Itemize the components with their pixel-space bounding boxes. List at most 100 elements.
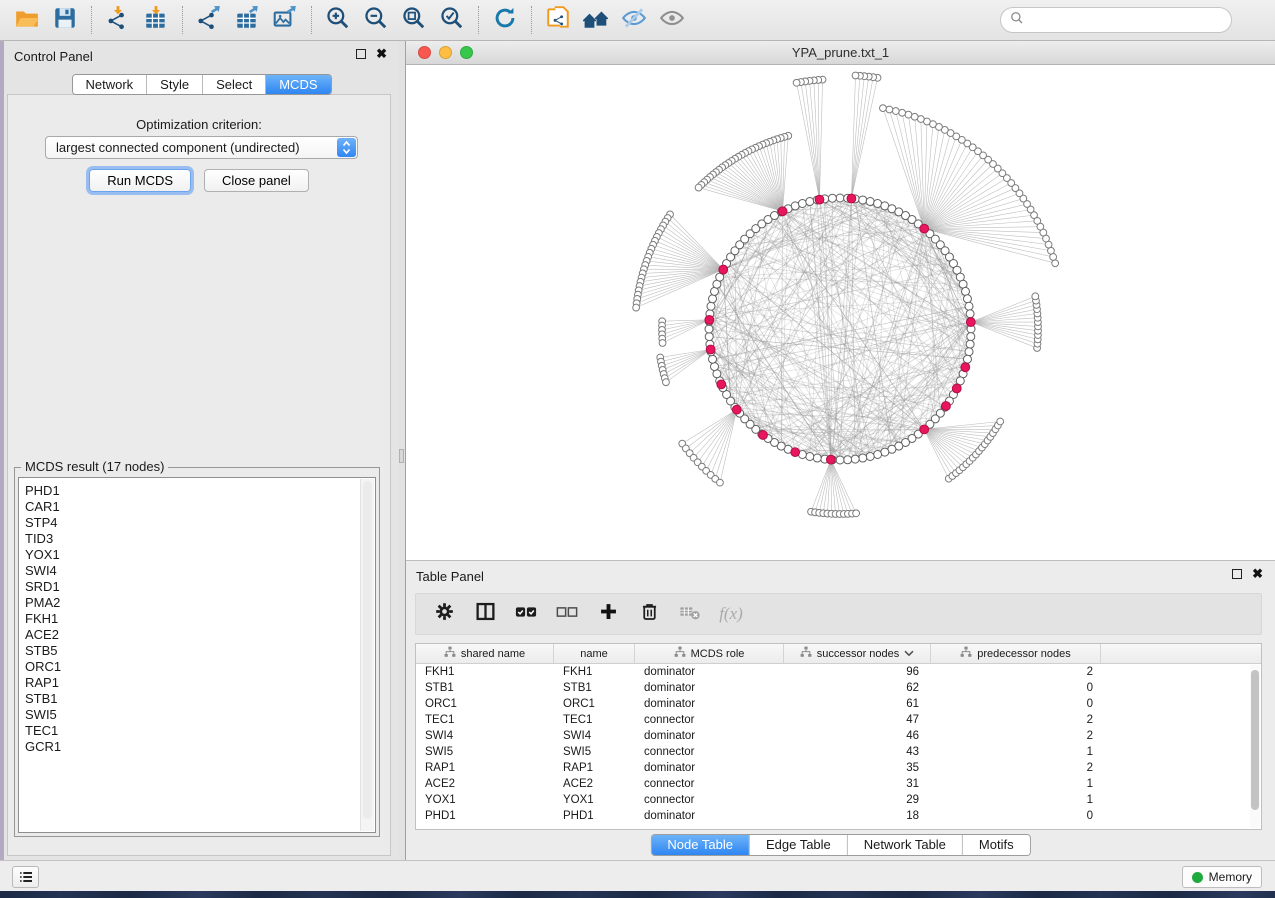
run-mcds-button[interactable]: Run MCDS <box>89 169 191 192</box>
close-panel-icon[interactable]: ✖ <box>376 49 387 59</box>
table-scrollbar[interactable] <box>1250 665 1260 828</box>
network-window-titlebar[interactable]: YPA_prune.txt_1 <box>406 41 1275 65</box>
toolbar-clone-network-button[interactable] <box>539 4 577 36</box>
window-minimize-button[interactable] <box>439 46 452 59</box>
search-box[interactable] <box>1000 7 1232 33</box>
cell-predecessor-nodes: 2 <box>931 714 1101 726</box>
mcds-result-item[interactable]: CAR1 <box>19 499 375 515</box>
criterion-dropdown[interactable]: largest connected component (undirected) <box>45 136 358 159</box>
table-row[interactable]: RAP1RAP1dominator352 <box>416 760 1261 776</box>
mcds-result-item[interactable]: STB5 <box>19 643 375 659</box>
memory-button[interactable]: Memory <box>1182 866 1262 888</box>
column-header-successor-nodes[interactable]: successor nodes <box>784 644 931 663</box>
tab-motifs[interactable]: Motifs <box>963 835 1030 855</box>
toolbar-zoom-selected-button[interactable] <box>433 4 471 36</box>
toolbar-import-table-button[interactable] <box>137 4 175 36</box>
cell-successor-nodes: 62 <box>784 682 931 694</box>
column-header-shared-name[interactable]: shared name <box>416 644 554 663</box>
column-header-MCDS-role[interactable]: MCDS role <box>635 644 784 663</box>
window-zoom-button[interactable] <box>460 46 473 59</box>
table-row[interactable]: SWI5SWI5connector431 <box>416 744 1261 760</box>
mcds-result-item[interactable]: TID3 <box>19 531 375 547</box>
toolbar-open-file-button[interactable] <box>8 4 46 36</box>
table-row[interactable]: STB1STB1dominator620 <box>416 680 1261 696</box>
table-row[interactable]: YOX1YOX1connector291 <box>416 792 1261 808</box>
toolbar-export-network-button[interactable] <box>190 4 228 36</box>
cell-name: STB1 <box>554 682 635 694</box>
mcds-result-item[interactable]: PHD1 <box>19 483 375 499</box>
tab-mcds[interactable]: MCDS <box>266 75 330 94</box>
splitter-handle-icon[interactable] <box>399 449 404 463</box>
float-table-panel-icon[interactable] <box>1232 569 1242 579</box>
tab-network[interactable]: Network <box>72 75 147 94</box>
table-columns-button[interactable] <box>473 602 497 626</box>
table-delete-row-button[interactable] <box>637 602 661 626</box>
toolbar-zoom-in-button[interactable] <box>319 4 357 36</box>
toolbar-export-image-button[interactable] <box>266 4 304 36</box>
tab-network-table[interactable]: Network Table <box>848 835 963 855</box>
table-add-row-button[interactable] <box>596 602 620 626</box>
column-header-name[interactable]: name <box>554 644 635 663</box>
memory-label: Memory <box>1209 870 1252 884</box>
toolbar-show-all-button[interactable] <box>653 4 691 36</box>
search-input[interactable] <box>1030 13 1215 28</box>
toolbar-save-session-button[interactable] <box>46 4 84 36</box>
toolbar-zoom-fit-button[interactable] <box>395 4 433 36</box>
window-close-button[interactable] <box>418 46 431 59</box>
toolbar-refresh-button[interactable] <box>486 4 524 36</box>
toolbar-zoom-out-button[interactable] <box>357 4 395 36</box>
mcds-result-item[interactable]: RAP1 <box>19 675 375 691</box>
table-scrollbar-thumb[interactable] <box>1251 670 1259 810</box>
mcds-result-item[interactable]: PMA2 <box>19 595 375 611</box>
toolbar-hide-selected-button[interactable] <box>615 4 653 36</box>
toolbar-export-table-button[interactable] <box>228 4 266 36</box>
tab-edge-table[interactable]: Edge Table <box>750 835 848 855</box>
table-row[interactable]: SWI4SWI4dominator462 <box>416 728 1261 744</box>
toolbar-first-neighbors-button[interactable] <box>577 4 615 36</box>
cell-MCDS-role: connector <box>635 778 784 790</box>
table-deselect-all-button[interactable] <box>555 602 579 626</box>
mcds-result-item[interactable]: GCR1 <box>19 739 375 755</box>
table-row[interactable]: PHD1PHD1dominator180 <box>416 808 1261 824</box>
mcds-result-item[interactable]: SWI4 <box>19 563 375 579</box>
cell-name: TEC1 <box>554 714 635 726</box>
result-list-scrollbar[interactable] <box>360 479 374 831</box>
table-row[interactable]: ORC1ORC1dominator610 <box>416 696 1261 712</box>
tab-select[interactable]: Select <box>203 75 266 94</box>
cell-MCDS-role: dominator <box>635 810 784 822</box>
network-view-canvas[interactable] <box>406 65 1275 560</box>
cell-shared-name: TEC1 <box>416 714 554 726</box>
table-select-all-button[interactable] <box>514 602 538 626</box>
toolbar-import-network-button[interactable] <box>99 4 137 36</box>
clear-table-icon <box>679 601 701 628</box>
network-graph[interactable] <box>406 65 1275 560</box>
dropdown-stepper-icon <box>337 138 356 157</box>
mcds-result-item[interactable]: STP4 <box>19 515 375 531</box>
mcds-result-item[interactable]: FKH1 <box>19 611 375 627</box>
table-row[interactable]: ACE2ACE2connector311 <box>416 776 1261 792</box>
panel-splitter[interactable] <box>399 41 406 860</box>
mcds-result-item[interactable]: ORC1 <box>19 659 375 675</box>
mcds-result-item[interactable]: SRD1 <box>19 579 375 595</box>
main-toolbar <box>0 0 1275 41</box>
mcds-result-item[interactable]: YOX1 <box>19 547 375 563</box>
mcds-result-item[interactable]: SWI5 <box>19 707 375 723</box>
toolbar-separator <box>478 6 479 34</box>
task-history-button[interactable] <box>12 866 39 888</box>
table-row[interactable]: FKH1FKH1dominator962 <box>416 664 1261 680</box>
column-header-predecessor-nodes[interactable]: predecessor nodes <box>931 644 1101 663</box>
columns-icon <box>475 601 496 627</box>
table-row[interactable]: TEC1TEC1connector472 <box>416 712 1261 728</box>
memory-status-icon <box>1192 872 1203 883</box>
import-network-icon <box>105 5 131 36</box>
mcds-result-item[interactable]: TEC1 <box>19 723 375 739</box>
table-settings-button[interactable] <box>432 602 456 626</box>
tab-node-table[interactable]: Node Table <box>651 835 750 855</box>
mcds-result-item[interactable]: STB1 <box>19 691 375 707</box>
close-panel-button[interactable]: Close panel <box>204 169 309 192</box>
tab-style[interactable]: Style <box>147 75 203 94</box>
mcds-result-item[interactable]: ACE2 <box>19 627 375 643</box>
cell-name: ACE2 <box>554 778 635 790</box>
float-panel-icon[interactable] <box>356 49 366 59</box>
close-table-panel-icon[interactable]: ✖ <box>1252 569 1263 579</box>
